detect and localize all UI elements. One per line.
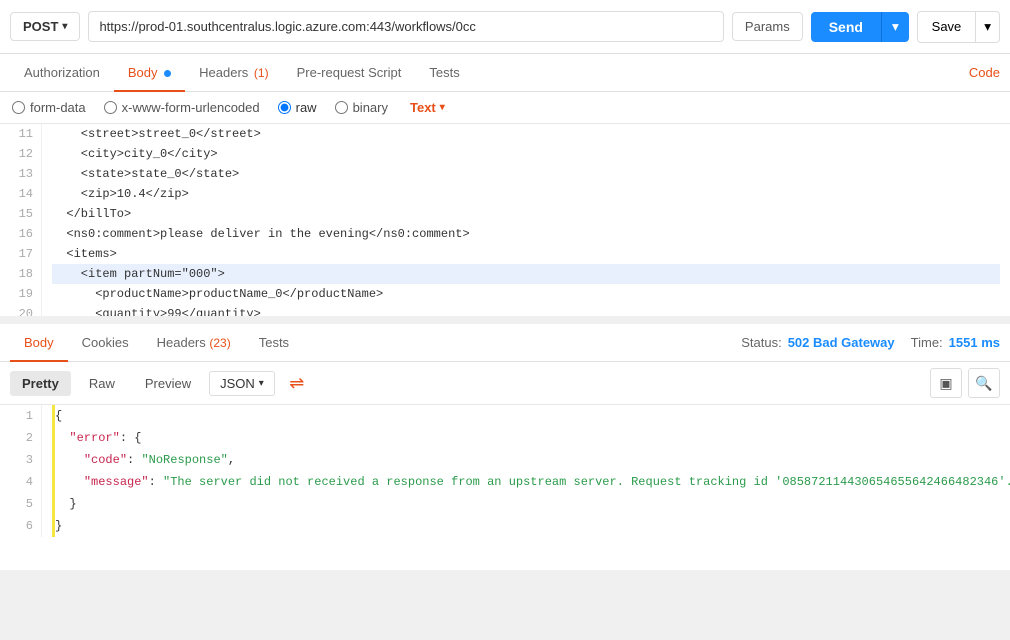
line-number: 19 [8,284,33,304]
method-label: POST [23,19,58,34]
tab-headers[interactable]: Headers (1) [185,55,282,92]
save-dropdown-button[interactable]: ▾ [976,11,1000,43]
text-format-chevron-icon: ▾ [440,102,445,113]
response-tab-tests[interactable]: Tests [245,325,303,362]
response-tab-nav: Body Cookies Headers (23) Tests Status: … [0,324,1010,362]
line-number: 20 [8,304,33,316]
top-bar: POST ▾ Params Send ▾ Save ▾ [0,0,1010,54]
resp-tab-preview[interactable]: Preview [133,371,203,396]
resp-code-line: "code": "NoResponse", [52,449,1010,471]
request-tab-nav: Authorization Body Headers (1) Pre-reque… [0,54,1010,92]
search-button[interactable]: 🔍 [968,368,1000,398]
resp-code-line: { [52,405,1010,427]
raw-option[interactable]: raw [278,100,317,115]
code-link[interactable]: Code [969,55,1000,90]
copy-button[interactable]: ▣ [930,368,962,398]
line-number: 12 [8,144,33,164]
resp-line-number: 4 [8,471,33,493]
binary-option[interactable]: binary [335,100,388,115]
save-button[interactable]: Save [917,11,977,43]
code-line: <item partNum="000"> [52,264,1000,284]
resp-tab-raw[interactable]: Raw [77,371,127,396]
url-input[interactable] [88,11,723,42]
response-toolbar: Pretty Raw Preview JSON ▾ ⇌ ▣ 🔍 [0,362,1010,405]
resp-code-line: "error": { [52,427,1010,449]
text-format-dropdown[interactable]: Text ▾ [410,100,445,115]
format-chevron-icon: ▾ [259,378,264,389]
response-line-numbers: 123456 [0,405,42,537]
code-line: <productName>productName_0</productName> [52,284,1000,304]
format-select[interactable]: JSON ▾ [209,371,275,396]
response-body[interactable]: 123456{ "error": { "code": "NoResponse",… [0,405,1010,570]
status-code: 502 Bad Gateway [788,335,895,350]
method-button[interactable]: POST ▾ [10,12,80,41]
line-number: 17 [8,244,33,264]
code-line: <city>city_0</city> [52,144,1000,164]
tab-authorization[interactable]: Authorization [10,55,114,92]
code-line: <ns0:comment>please deliver in the eveni… [52,224,1000,244]
resp-line-number: 3 [8,449,33,471]
code-line: <state>state_0</state> [52,164,1000,184]
response-section: Body Cookies Headers (23) Tests Status: … [0,324,1010,570]
tab-tests[interactable]: Tests [415,55,473,92]
line-number: 16 [8,224,33,244]
send-dropdown-button[interactable]: ▾ [881,12,909,42]
resp-line-number: 6 [8,515,33,537]
response-tab-headers[interactable]: Headers (23) [143,325,245,362]
response-tab-body[interactable]: Body [10,325,68,362]
response-tab-cookies[interactable]: Cookies [68,325,143,362]
resp-code-line: } [52,515,1010,537]
code-line: </billTo> [52,204,1000,224]
response-status-info: Status: 502 Bad Gateway Time: 1551 ms [741,335,1000,350]
wrap-button[interactable]: ⇌ [281,368,313,398]
url-encoded-option[interactable]: x-www-form-urlencoded [104,100,260,115]
line-number: 13 [8,164,33,184]
request-code-lines[interactable]: <street>street_0</street> <city>city_0</… [42,124,1010,316]
form-data-option[interactable]: form-data [12,100,86,115]
resp-line-number: 2 [8,427,33,449]
send-button[interactable]: Send [811,12,881,42]
line-number: 14 [8,184,33,204]
code-line: <quantity>99</quantity> [52,304,1000,316]
save-group: Save ▾ [917,11,1000,43]
code-line: <items> [52,244,1000,264]
resp-tab-pretty[interactable]: Pretty [10,371,71,396]
response-code-lines: { "error": { "code": "NoResponse", "mess… [42,405,1010,537]
code-line: <street>street_0</street> [52,124,1000,144]
resp-code-line: "message": "The server did not received … [52,471,1010,493]
body-dot [164,70,171,77]
resp-line-number: 5 [8,493,33,515]
request-line-numbers: 1112131415161718192021 [0,124,42,316]
line-number: 15 [8,204,33,224]
line-number: 11 [8,124,33,144]
method-chevron-icon: ▾ [62,21,67,32]
code-line: <zip>10.4</zip> [52,184,1000,204]
send-group: Send ▾ [811,12,909,42]
request-body-editor[interactable]: 1112131415161718192021 <street>street_0<… [0,124,1010,324]
resp-code-line: } [52,493,1010,515]
params-button[interactable]: Params [732,12,803,41]
response-time: 1551 ms [949,335,1000,350]
line-number: 18 [8,264,33,284]
body-options-bar: form-data x-www-form-urlencoded raw bina… [0,92,1010,124]
tab-prerequest[interactable]: Pre-request Script [283,55,416,92]
tab-body[interactable]: Body [114,55,185,92]
resp-line-number: 1 [8,405,33,427]
